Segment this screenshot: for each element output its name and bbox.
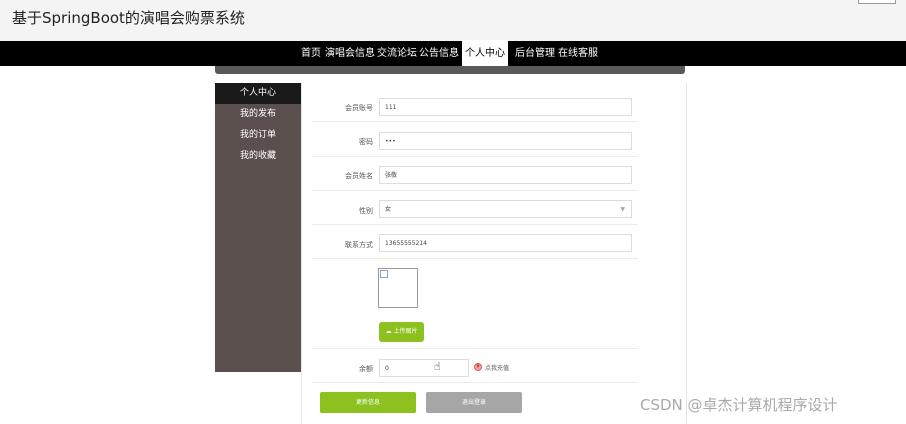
sidebar: 个人中心 我的发布 我的订单 我的收藏 xyxy=(215,83,301,372)
upload-button-label: 上传图片 xyxy=(393,328,418,335)
upload-image-button[interactable]: ☁ 上传图片 xyxy=(379,322,424,342)
logout-button[interactable]: 退出登录 xyxy=(426,392,522,413)
update-info-button[interactable]: 更新信息 xyxy=(320,392,416,413)
row-divider xyxy=(312,348,638,349)
nav-home[interactable]: 首页 xyxy=(301,41,321,66)
row-divider xyxy=(312,121,638,122)
sidebar-item-my-orders[interactable]: 我的订单 xyxy=(215,125,301,146)
nav-concerts[interactable]: 演唱会信息 xyxy=(325,41,375,66)
gender-label: 性别 xyxy=(359,207,373,215)
password-field[interactable]: ••• xyxy=(379,132,632,150)
watermark: CSDN @卓杰计算机程序设计 xyxy=(640,396,838,414)
nav-personal-center[interactable]: 个人中心 xyxy=(462,40,508,67)
account-label: 会员账号 xyxy=(345,104,373,112)
hand-cursor-icon: ☝ xyxy=(434,360,441,373)
balance-field[interactable]: 0 xyxy=(379,359,469,377)
balance-label: 余额 xyxy=(359,365,373,373)
phone-label: 联系方式 xyxy=(345,241,373,249)
gender-select[interactable]: 女 ▼ xyxy=(379,200,632,218)
avatar-image xyxy=(378,268,418,308)
nav-announcements[interactable]: 公告信息 xyxy=(419,41,459,66)
name-label: 会员姓名 xyxy=(345,172,373,180)
banner-strip xyxy=(215,66,685,74)
broken-image-icon xyxy=(380,270,388,278)
sidebar-item-my-posts[interactable]: 我的发布 xyxy=(215,104,301,125)
row-divider xyxy=(312,224,638,225)
row-divider xyxy=(312,156,638,157)
account-field[interactable]: 111 xyxy=(379,98,632,116)
site-title: 基于SpringBoot的演唱会购票系统 xyxy=(12,9,245,27)
nav-admin[interactable]: 后台管理 xyxy=(515,41,555,66)
chevron-down-icon: ▼ xyxy=(620,206,625,213)
nav-forum[interactable]: 交流论坛 xyxy=(377,41,417,66)
name-field[interactable]: 张敬 xyxy=(379,166,632,184)
top-header: 基于SpringBoot的演唱会购票系统 xyxy=(0,0,906,41)
row-divider xyxy=(312,258,638,259)
cloud-upload-icon: ☁ xyxy=(385,328,392,335)
row-divider xyxy=(312,382,638,383)
recharge-icon[interactable]: ¥ xyxy=(474,363,482,371)
recharge-link[interactable]: 点我充值 xyxy=(485,363,509,372)
phone-field[interactable]: 13655555214 xyxy=(379,234,632,252)
nav-online-service[interactable]: 在线客服 xyxy=(558,41,598,66)
sidebar-item-my-favorites[interactable]: 我的收藏 xyxy=(215,146,301,167)
gender-value: 女 xyxy=(385,206,392,213)
row-divider xyxy=(312,190,638,191)
sidebar-item-personal-center[interactable]: 个人中心 xyxy=(215,83,301,104)
password-label: 密码 xyxy=(359,138,373,146)
main-nav: 首页 演唱会信息 交流论坛 公告信息 个人中心 后台管理 在线客服 xyxy=(0,40,906,67)
window-control[interactable] xyxy=(858,0,896,4)
